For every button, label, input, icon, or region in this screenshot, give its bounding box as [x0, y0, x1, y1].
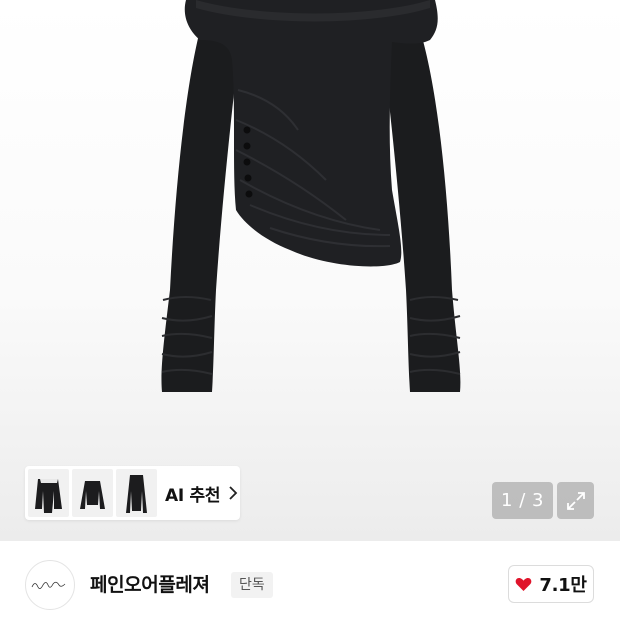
exclusive-badge: 단독: [231, 572, 273, 598]
product-image-area[interactable]: AI 추천 1 / 3: [0, 0, 620, 541]
recommendation-thumbnail[interactable]: [72, 469, 113, 517]
heart-icon: [516, 577, 532, 591]
recommendation-thumbnail[interactable]: [28, 469, 69, 517]
like-count: 7.1만: [539, 575, 587, 596]
ai-recommendation-panel[interactable]: AI 추천: [25, 466, 240, 520]
product-photo: [161, 0, 461, 392]
expand-image-button[interactable]: [557, 482, 594, 519]
expand-arrows-icon: [566, 491, 585, 510]
chevron-right-icon: [229, 486, 238, 500]
brand-logo-script: [31, 581, 66, 589]
recommendation-thumbnail[interactable]: [116, 469, 157, 517]
brand-logo[interactable]: [25, 560, 75, 610]
ai-recommend-label[interactable]: AI 추천: [165, 481, 220, 506]
like-button[interactable]: 7.1만: [508, 565, 594, 603]
image-page-indicator: 1 / 3: [492, 482, 553, 519]
brand-name[interactable]: 페인오어플레져: [90, 570, 210, 597]
